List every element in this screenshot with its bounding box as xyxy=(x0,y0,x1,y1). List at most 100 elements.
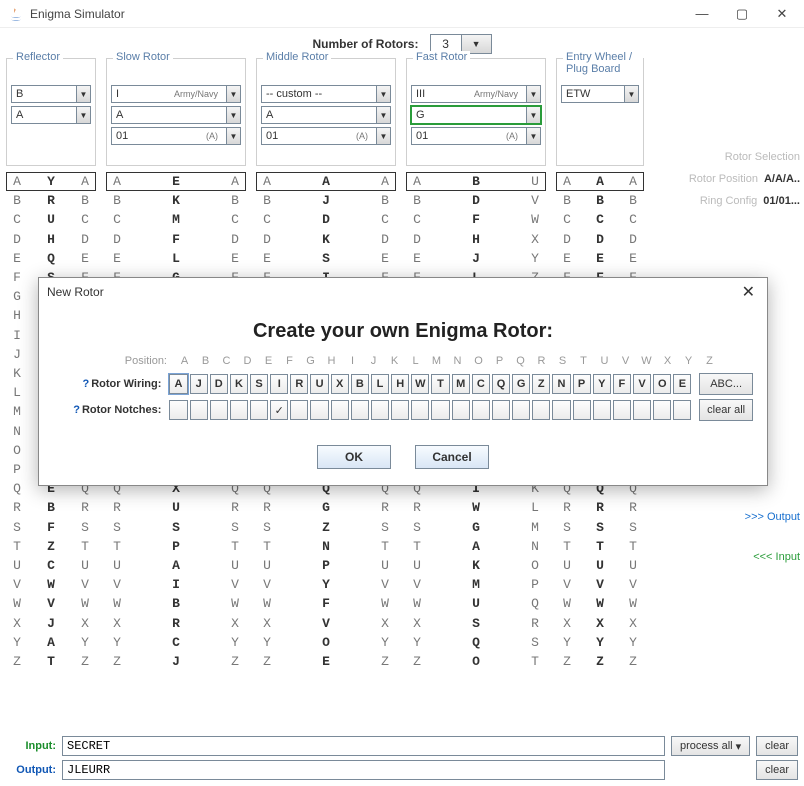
slow-rotor-fieldset: Slow Rotor IArmy/Navy▼ A▼ 01(A)▼ xyxy=(106,58,246,166)
notch-checkbox[interactable] xyxy=(532,400,550,420)
wiring-cell[interactable]: Y xyxy=(593,374,611,394)
notch-checkbox[interactable] xyxy=(331,400,349,420)
wiring-cell[interactable]: O xyxy=(653,374,671,394)
notch-checkbox[interactable] xyxy=(673,400,691,420)
notch-checkbox[interactable] xyxy=(613,400,631,420)
wiring-cell[interactable]: P xyxy=(573,374,591,394)
middle-pos-select[interactable]: A▼ xyxy=(261,106,391,124)
close-button[interactable]: ✕ xyxy=(762,1,802,27)
position-header: O xyxy=(469,353,488,369)
notch-checkbox[interactable] xyxy=(310,400,328,420)
fast-rotor-select[interactable]: IIIArmy/Navy▼ xyxy=(411,85,541,103)
rotor-row: ZJZ xyxy=(106,652,246,671)
dialog-title: New Rotor xyxy=(47,285,104,299)
notch-checkbox[interactable] xyxy=(371,400,389,420)
wiring-cell[interactable]: I xyxy=(270,374,288,394)
wiring-cell[interactable]: F xyxy=(613,374,631,394)
wiring-cell[interactable]: G xyxy=(512,374,530,394)
position-header: I xyxy=(343,353,362,369)
position-header: Z xyxy=(700,353,719,369)
wiring-cell[interactable]: B xyxy=(351,374,369,394)
wiring-cell[interactable]: T xyxy=(431,374,449,394)
rotor-row: UCU xyxy=(6,556,96,575)
dialog-close-icon[interactable]: ✕ xyxy=(738,282,759,302)
wiring-cell[interactable]: D xyxy=(210,374,228,394)
wiring-cell[interactable]: V xyxy=(633,374,651,394)
fast-ring-select[interactable]: 01(A)▼ xyxy=(411,127,541,145)
position-header: G xyxy=(301,353,320,369)
wiring-cell[interactable]: X xyxy=(331,374,349,394)
notch-checkbox[interactable] xyxy=(512,400,530,420)
cancel-button[interactable]: Cancel xyxy=(415,445,489,469)
wiring-cell[interactable]: H xyxy=(391,374,409,394)
middle-rotor-select[interactable]: -- custom --▼ xyxy=(261,85,391,103)
notch-checkbox[interactable] xyxy=(492,400,510,420)
notch-checkbox[interactable] xyxy=(552,400,570,420)
notch-checkbox[interactable] xyxy=(573,400,591,420)
abc-button[interactable]: ABC... xyxy=(699,373,752,395)
wiring-cell[interactable]: A xyxy=(169,374,187,394)
notch-checkbox[interactable] xyxy=(351,400,369,420)
notch-checkbox[interactable] xyxy=(452,400,470,420)
notch-checkbox[interactable] xyxy=(391,400,409,420)
wiring-cell[interactable]: J xyxy=(190,374,208,394)
notch-checkbox[interactable] xyxy=(653,400,671,420)
rotor-row: BJB xyxy=(256,191,396,210)
wiring-cell[interactable]: U xyxy=(310,374,328,394)
clear-output-button[interactable]: clear xyxy=(756,760,798,780)
notch-checkbox[interactable] xyxy=(633,400,651,420)
entry-legend: Entry Wheel / Plug Board xyxy=(563,51,643,75)
slow-ring-select[interactable]: 01(A)▼ xyxy=(111,127,241,145)
wiring-cell[interactable]: E xyxy=(673,374,691,394)
rotor-row: YOY xyxy=(256,633,396,652)
reflector-pos-select[interactable]: A▼ xyxy=(11,106,91,124)
notch-checkbox[interactable] xyxy=(169,400,187,420)
ok-button[interactable]: OK xyxy=(317,445,391,469)
clear-all-button[interactable]: clear all xyxy=(699,399,752,421)
entry-select[interactable]: ETW▼ xyxy=(561,85,639,103)
wiring-cell[interactable]: C xyxy=(472,374,490,394)
wiring-cell[interactable]: N xyxy=(552,374,570,394)
java-icon xyxy=(8,6,24,22)
notch-checkbox[interactable] xyxy=(270,400,288,420)
middle-ring-select[interactable]: 01(A)▼ xyxy=(261,127,391,145)
position-header: D xyxy=(238,353,257,369)
notch-checkbox[interactable] xyxy=(290,400,308,420)
rotor-row: ZEZ xyxy=(256,652,396,671)
wiring-cell[interactable]: M xyxy=(452,374,470,394)
rotor-row: ZOT xyxy=(406,652,546,671)
position-header: Y xyxy=(679,353,698,369)
notch-checkbox[interactable] xyxy=(431,400,449,420)
slow-pos-select[interactable]: A▼ xyxy=(111,106,241,124)
reflector-select[interactable]: B▼ xyxy=(11,85,91,103)
position-header: X xyxy=(658,353,677,369)
minimize-button[interactable]: — xyxy=(682,1,722,27)
wiring-cell[interactable]: Z xyxy=(532,374,550,394)
rotor-row: VWV xyxy=(6,575,96,594)
process-all-button[interactable]: process all ▾ xyxy=(671,736,750,756)
input-field[interactable] xyxy=(62,736,665,756)
wiring-cell[interactable]: W xyxy=(411,374,429,394)
slow-rotor-select[interactable]: IArmy/Navy▼ xyxy=(111,85,241,103)
wiring-cell[interactable]: K xyxy=(230,374,248,394)
notch-checkbox[interactable] xyxy=(190,400,208,420)
chevron-down-icon: ▼ xyxy=(526,107,540,123)
rotor-row: DDD xyxy=(556,230,644,249)
clear-input-button[interactable]: clear xyxy=(756,736,798,756)
notch-checkbox[interactable] xyxy=(230,400,248,420)
maximize-button[interactable]: ▢ xyxy=(722,1,762,27)
position-header: S xyxy=(553,353,572,369)
notch-checkbox[interactable] xyxy=(593,400,611,420)
wiring-cell[interactable]: S xyxy=(250,374,268,394)
wiring-cell[interactable]: Q xyxy=(492,374,510,394)
fast-pos-select[interactable]: G▼ xyxy=(411,106,541,124)
rotor-row: SZS xyxy=(256,518,396,537)
notch-checkbox[interactable] xyxy=(472,400,490,420)
wiring-cell[interactable]: R xyxy=(290,374,308,394)
notch-checkbox[interactable] xyxy=(210,400,228,420)
notch-checkbox[interactable] xyxy=(411,400,429,420)
wiring-cell[interactable]: L xyxy=(371,374,389,394)
notch-checkbox[interactable] xyxy=(250,400,268,420)
rotor-row: VIV xyxy=(106,575,246,594)
output-field[interactable] xyxy=(62,760,665,780)
